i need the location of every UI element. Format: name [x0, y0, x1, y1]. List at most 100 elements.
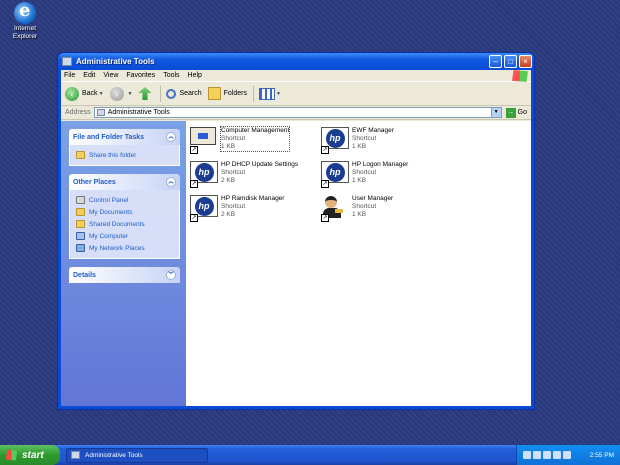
maximize-button[interactable]: □: [504, 55, 517, 68]
views-button[interactable]: ▼: [259, 87, 281, 100]
file-text: User Manager Shortcut 1 KB: [352, 195, 393, 219]
control-panel-link[interactable]: Control Panel: [76, 194, 173, 206]
menu-help[interactable]: Help: [188, 72, 202, 79]
system-tray: 2:55 PM: [516, 445, 620, 465]
menu-tools[interactable]: Tools: [163, 72, 179, 79]
start-label: start: [22, 449, 44, 461]
chevron-down-icon: ▼: [276, 90, 281, 97]
start-button[interactable]: start: [0, 445, 60, 465]
tray-app-icon[interactable]: [553, 451, 561, 459]
taskbar: start Administrative Tools 2:55 PM: [0, 445, 620, 465]
back-button[interactable]: ‹ Back ▼: [65, 86, 104, 101]
folders-button[interactable]: Folders: [207, 87, 247, 100]
clock[interactable]: 2:55 PM: [590, 452, 614, 459]
menu-view[interactable]: View: [103, 72, 118, 79]
menu-favorites[interactable]: Favorites: [126, 72, 155, 79]
file-size: 2 KB: [221, 211, 236, 218]
windows-flag-icon: [6, 449, 17, 461]
explorer-body: File and Folder Tasks ︽ Share this folde…: [61, 121, 531, 406]
file-computer-management[interactable]: ↗ Computer Management Shortcut 1 KB: [190, 126, 315, 154]
file-folder-tasks-header[interactable]: File and Folder Tasks ︽: [69, 129, 180, 145]
toolbar: ‹ Back ▼ › ▼ Search Folders ▼: [61, 82, 531, 106]
address-bar: Address Administrative Tools ▼ → Go: [61, 106, 531, 120]
file-type: Shortcut: [221, 203, 246, 210]
go-button[interactable]: → Go: [505, 107, 527, 118]
folder-icon: [207, 87, 221, 100]
desktop-icon-internet-explorer[interactable]: Internet Explorer: [4, 0, 46, 41]
windows-logo-icon: [512, 70, 528, 82]
file-size: 2 KB: [221, 177, 236, 184]
panel-title: Other Places: [73, 178, 116, 186]
file-name: HP Ramdisk Manager: [221, 195, 285, 202]
collapse-icon[interactable]: ︽: [166, 177, 176, 187]
close-button[interactable]: ×: [519, 55, 532, 68]
shortcut-arrow-icon: ↗: [190, 214, 198, 222]
my-documents-link[interactable]: My Documents: [76, 206, 173, 218]
my-network-places-link[interactable]: My Network Places: [76, 242, 173, 254]
shared-documents-link[interactable]: Shared Documents: [76, 218, 173, 230]
details-panel: Details ︾: [69, 267, 180, 283]
address-value: Administrative Tools: [107, 109, 170, 116]
file-text: HP Ramdisk Manager Shortcut 2 KB: [221, 195, 284, 219]
file-name: Computer Management: [221, 127, 290, 134]
file-size: 1 KB: [352, 143, 367, 150]
taskbar-button-label: Administrative Tools: [85, 451, 143, 459]
file-size: 1 KB: [221, 143, 236, 150]
control-panel-icon: [76, 196, 85, 204]
address-label: Address: [65, 109, 91, 116]
menu-edit[interactable]: Edit: [83, 72, 95, 79]
file-folder-tasks-panel: File and Folder Tasks ︽ Share this folde…: [69, 129, 180, 166]
address-input[interactable]: Administrative Tools ▼: [93, 107, 502, 118]
collapse-icon[interactable]: ︽: [166, 132, 176, 142]
minimize-button[interactable]: –: [489, 55, 502, 68]
user-manager-icon: ↗: [321, 195, 349, 222]
task-pane: File and Folder Tasks ︽ Share this folde…: [61, 121, 186, 406]
chevron-down-icon[interactable]: ▼: [99, 91, 104, 97]
file-text: HP DHCP Update Settings Shortcut 2 KB: [221, 161, 298, 185]
panel-title: File and Folder Tasks: [73, 133, 145, 141]
tray-network-icon[interactable]: [523, 451, 531, 459]
file-name: User Manager: [352, 195, 394, 202]
link-label: Control Panel: [89, 196, 129, 204]
tray-display-icon[interactable]: [533, 451, 541, 459]
file-hp-ramdisk-manager[interactable]: hp ↗ HP Ramdisk Manager Shortcut 2 KB: [190, 195, 315, 222]
toolbar-separator: [253, 85, 254, 102]
shortcut-arrow-icon: ↗: [190, 180, 198, 188]
hp-icon: hp ↗: [321, 127, 349, 154]
details-header[interactable]: Details ︾: [69, 267, 180, 283]
file-ewf-manager[interactable]: hp ↗ EWF Manager Shortcut 1 KB: [321, 127, 446, 154]
panel-body: Control Panel My Documents Shared Docume…: [69, 190, 180, 259]
folders-label: Folders: [223, 90, 247, 97]
tray-volume-icon[interactable]: [543, 451, 551, 459]
other-places-panel: Other Places ︽ Control Panel My Document…: [69, 174, 180, 259]
forward-button[interactable]: › ▼: [109, 86, 133, 101]
expand-icon[interactable]: ︾: [166, 270, 176, 280]
title-bar[interactable]: Administrative Tools – □ ×: [58, 53, 534, 70]
share-folder-link[interactable]: Share this folder: [76, 149, 173, 161]
link-label: My Computer: [89, 232, 129, 240]
chevron-down-icon[interactable]: ▼: [128, 91, 133, 97]
up-folder-button[interactable]: [138, 87, 154, 100]
file-hp-logon-manager[interactable]: hp ↗ HP Logon Manager Shortcut 1 KB: [321, 161, 446, 188]
search-label: Search: [179, 90, 202, 97]
file-type: Shortcut: [352, 135, 377, 142]
my-computer-icon: [76, 232, 85, 240]
menu-file[interactable]: File: [64, 72, 75, 79]
views-icon: [259, 87, 275, 100]
other-places-header[interactable]: Other Places ︽: [69, 174, 180, 190]
taskbar-button-administrative-tools[interactable]: Administrative Tools: [66, 447, 208, 463]
search-button[interactable]: Search: [166, 88, 202, 99]
file-user-manager[interactable]: ↗ User Manager Shortcut 1 KB: [321, 195, 446, 222]
share-folder-icon: [76, 151, 85, 159]
file-type: Shortcut: [221, 169, 246, 176]
file-hp-dhcp-update-settings[interactable]: hp ↗ HP DHCP Update Settings Shortcut 2 …: [190, 161, 315, 188]
go-label: Go: [517, 109, 527, 116]
window-client: File Edit View Favorites Tools Help ‹ Ba…: [61, 70, 531, 406]
file-name: HP DHCP Update Settings: [221, 161, 299, 168]
my-documents-icon: [76, 208, 85, 216]
internet-explorer-icon: [14, 0, 36, 24]
address-dropdown-button[interactable]: ▼: [490, 108, 501, 117]
my-computer-link[interactable]: My Computer: [76, 230, 173, 242]
file-size: 1 KB: [352, 211, 367, 218]
tray-shield-icon[interactable]: [563, 451, 571, 459]
